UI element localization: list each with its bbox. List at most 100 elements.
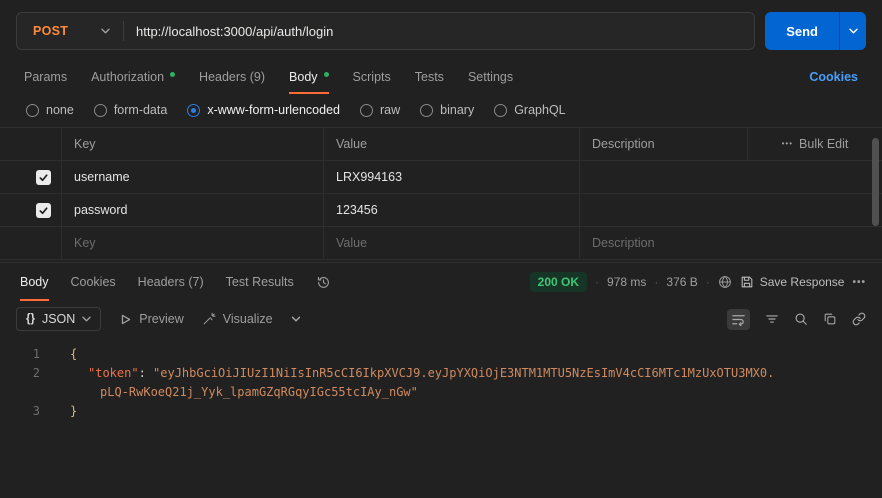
key-cell[interactable]: username [62,161,324,193]
cookies-link[interactable]: Cookies [809,70,858,84]
visualize-label: Visualize [223,312,273,326]
value-cell-placeholder[interactable]: Value [324,227,580,259]
braces-icon: {} [26,313,35,325]
tab-label: Tests [415,70,444,84]
dot-separator: · [654,275,658,289]
urlencoded-table: Key Value Description ••• Bulk Edit user… [0,127,882,260]
tab-params[interactable]: Params [24,60,67,94]
tab-label: Scripts [353,70,391,84]
radio-label: none [46,103,74,117]
table-row: password 123456 [0,194,882,227]
json-key: "token" [88,366,139,380]
tab-label: Body [289,70,318,84]
response-tab-headers[interactable]: Headers (7) [138,263,204,301]
visualize-button[interactable]: Visualize [202,312,273,326]
tab-scripts[interactable]: Scripts [353,60,391,94]
wrap-text-button[interactable] [727,309,750,330]
description-cell[interactable] [580,194,882,226]
tab-headers[interactable]: Headers (9) [199,60,265,94]
description-cell[interactable] [580,161,882,193]
response-section: Body Cookies Headers (7) Test Results 20… [0,262,882,421]
tab-label: Test Results [226,275,294,289]
history-icon[interactable] [316,275,331,290]
save-response-label: Save Response [760,275,845,289]
line-number: 2 [0,364,56,383]
send-button[interactable]: Send [765,12,839,50]
row-checkbox[interactable] [36,170,51,185]
tab-tests[interactable]: Tests [415,60,444,94]
play-icon [119,313,132,326]
tab-authorization[interactable]: Authorization [91,60,175,94]
radio-label: x-www-form-urlencoded [207,103,340,117]
bulk-edit-button[interactable]: ••• Bulk Edit [748,128,882,160]
search-button[interactable] [794,312,808,326]
format-label: JSON [42,312,75,326]
response-tab-test-results[interactable]: Test Results [226,263,294,301]
postman-window: POST Send Params Authorization Headers (… [0,0,882,498]
radio-icon [494,104,507,117]
body-mode-selector: none form-data x-www-form-urlencoded raw… [0,94,882,126]
radio-icon [26,104,39,117]
status-badge[interactable]: 200 OK [530,272,587,292]
tab-label: Headers (9) [199,70,265,84]
tab-label: Params [24,70,67,84]
radio-icon [420,104,433,117]
format-dropdown[interactable]: {} JSON [16,307,101,331]
tab-settings[interactable]: Settings [468,60,513,94]
value-cell[interactable]: LRX994163 [324,161,580,193]
column-header-key: Key [62,128,324,160]
radio-none[interactable]: none [26,103,74,117]
column-header-description: Description [580,128,748,160]
format-options-chevron[interactable] [291,316,301,322]
radio-label: binary [440,103,474,117]
link-button[interactable] [852,312,866,326]
radio-label: form-data [114,103,168,117]
modified-dot-icon [170,72,175,77]
response-body-viewer[interactable]: 1 { 2 "token": "eyJhbGciOiJIUzI1NiIsInR5… [0,335,882,421]
row-checkbox[interactable] [36,203,51,218]
method-label: POST [33,24,68,38]
method-selector[interactable]: POST [17,13,123,49]
copy-button[interactable] [823,312,837,326]
preview-button[interactable]: Preview [119,312,183,326]
response-tab-cookies[interactable]: Cookies [71,263,116,301]
radio-label: raw [380,103,400,117]
radio-binary[interactable]: binary [420,103,474,117]
radio-raw[interactable]: raw [360,103,400,117]
key-cell[interactable]: password [62,194,324,226]
line-number: 3 [0,402,56,421]
filter-button[interactable] [765,312,779,326]
description-cell-placeholder[interactable]: Description [580,227,882,259]
chevron-down-icon [291,316,301,322]
code-line: 1 { [0,345,882,364]
send-options-button[interactable] [839,12,866,50]
radio-x-www-form-urlencoded[interactable]: x-www-form-urlencoded [187,103,340,117]
code-line: 3 } [0,402,882,421]
radio-label: GraphQL [514,103,565,117]
dot-separator: · [595,275,599,289]
tab-body[interactable]: Body [289,60,329,94]
line-number: 1 [0,345,56,364]
radio-icon [94,104,107,117]
radio-graphql[interactable]: GraphQL [494,103,565,117]
send-group: Send [765,12,866,50]
chevron-down-icon [101,28,110,34]
response-tab-body[interactable]: Body [20,263,49,301]
scrollbar[interactable] [872,138,879,226]
value-cell[interactable]: 123456 [324,194,580,226]
radio-form-data[interactable]: form-data [94,103,168,117]
table-row-placeholder: Key Value Description [0,227,882,260]
json-colon: : [139,366,153,380]
url-container: POST [16,12,755,50]
tab-label: Body [20,275,49,289]
globe-icon[interactable] [718,275,732,289]
line-number-empty [0,383,56,402]
more-options-button[interactable]: ••• [852,277,866,288]
bulk-edit-label: Bulk Edit [799,137,848,151]
save-response-button[interactable]: Save Response [740,275,845,289]
request-tabs: Params Authorization Headers (9) Body Sc… [0,58,882,94]
table-row: username LRX994163 [0,161,882,194]
key-cell-placeholder[interactable]: Key [62,227,324,259]
json-string-value-continued: pLQ-RwKoeQ21j_Yyk_lpamGZqRGqyIGc55tcIAy_… [56,383,418,402]
url-input[interactable] [124,24,754,39]
